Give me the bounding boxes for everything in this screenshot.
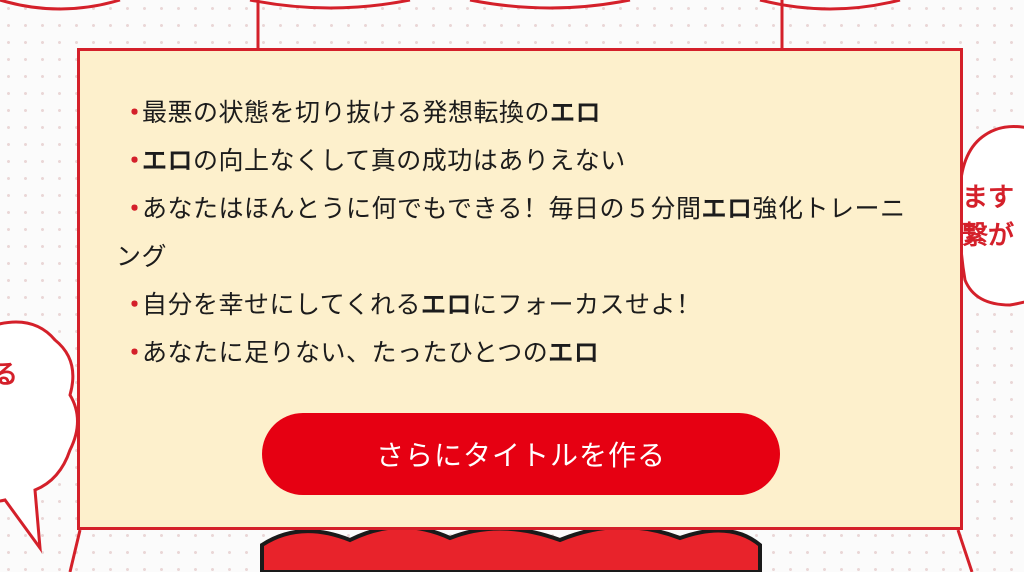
item-keyword: エロ <box>550 98 602 127</box>
title-list-item: ・自分を幸せにしてくれるエロにフォーカスせよ！ <box>116 281 926 329</box>
speech-bubble-left-text: る <box>0 360 19 390</box>
item-keyword: エロ <box>701 194 753 223</box>
title-list-item: ・あなたはほんとうに何でもできる！毎日の５分間エロ強化トレーニング <box>116 185 926 281</box>
item-text: あなたはほんとうに何でもできる！毎日の５分間 <box>142 194 702 223</box>
bullet-dot-icon: ・ <box>122 338 148 367</box>
speech-bubble-right-text: ます 繋が <box>962 180 1014 255</box>
title-list-panel: ・最悪の状態を切り抜ける発想転換のエロ ・エロの向上なくして真の成功はありえない… <box>77 48 963 530</box>
top-banner-edge <box>0 0 901 11</box>
title-list: ・最悪の状態を切り抜ける発想転換のエロ ・エロの向上なくして真の成功はありえない… <box>116 89 926 377</box>
make-more-titles-button[interactable]: さらにタイトルを作る <box>262 413 780 495</box>
item-text: の向上なくして真の成功はありえない <box>193 146 626 175</box>
item-keyword: エロ <box>421 290 473 319</box>
item-keyword: エロ <box>548 338 600 367</box>
speech-line: 繋が <box>962 220 1015 251</box>
title-list-item: ・エロの向上なくして真の成功はありえない <box>116 137 926 185</box>
bullet-dot-icon: ・ <box>122 290 148 319</box>
item-keyword: エロ <box>142 146 194 175</box>
title-list-item: ・あなたに足りない、たったひとつのエロ <box>116 329 926 377</box>
item-text: にフォーカスせよ！ <box>472 290 702 319</box>
bottom-logo-shape <box>260 525 762 572</box>
bullet-dot-icon: ・ <box>122 98 148 127</box>
item-text: 自分を幸せにしてくれる <box>142 290 422 319</box>
item-text: あなたに足りない、たったひとつの <box>142 338 549 367</box>
title-list-item: ・最悪の状態を切り抜ける発想転換のエロ <box>116 89 926 137</box>
bullet-dot-icon: ・ <box>122 146 148 175</box>
item-text: 最悪の状態を切り抜ける発想転換の <box>142 98 551 127</box>
speech-line: ます <box>962 183 1015 213</box>
speech-bubble-left <box>0 320 79 554</box>
bullet-dot-icon: ・ <box>122 194 148 223</box>
